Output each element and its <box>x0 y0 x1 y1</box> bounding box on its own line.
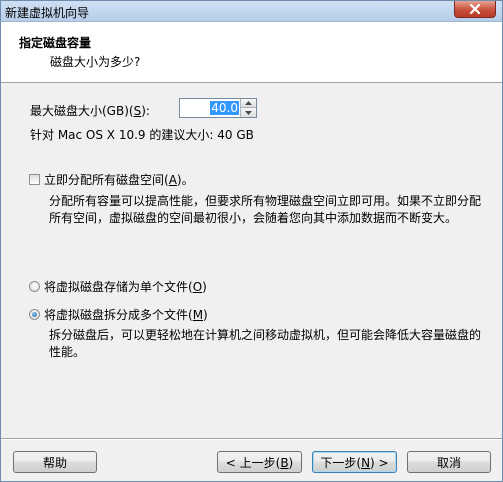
split-disk-description: 拆分磁盘后，可以更轻松地在计算机之间移动虚拟机，但可能会降低大容量磁盘的性能。 <box>49 328 482 359</box>
disk-size-spinner[interactable]: 40.0 <box>179 98 257 118</box>
spinner-down-button[interactable] <box>241 108 256 117</box>
arrow-down-icon <box>245 110 252 115</box>
footer-divider-highlight <box>1 439 502 440</box>
arrow-up-icon <box>245 101 252 105</box>
single-file-label: 将虚拟磁盘存储为单个文件(O) <box>44 280 207 294</box>
back-button[interactable]: < 上一步(B) <box>217 451 302 473</box>
disk-size-input[interactable]: 40.0 <box>182 101 240 115</box>
spinner-up-button[interactable] <box>241 99 256 108</box>
spinner-buttons <box>240 99 256 117</box>
disk-size-value: 40.0 <box>210 101 239 115</box>
recommended-size-text: 针对 Mac OS X 10.9 的建议大小: 40 GB <box>30 128 254 142</box>
wizard-header: 指定磁盘容量 磁盘大小为多少? <box>1 22 502 83</box>
next-button[interactable]: 下一步(N) > <box>312 451 397 473</box>
new-vm-wizard-window: 新建虚拟机向导 指定磁盘容量 磁盘大小为多少? 最大磁盘大小(GB)(S): 4… <box>0 0 503 482</box>
help-button-label: 帮助 <box>42 455 67 470</box>
single-file-option[interactable]: 将虚拟磁盘存储为单个文件(O) <box>29 278 207 295</box>
close-icon <box>469 4 481 14</box>
help-button[interactable]: 帮助 <box>13 451 97 473</box>
cancel-button-label: 取消 <box>436 455 461 470</box>
close-button[interactable] <box>454 1 496 18</box>
disk-size-label: 最大磁盘大小(GB)(S): <box>30 104 150 118</box>
allocate-now-label: 立即分配所有磁盘空间(A)。 <box>44 173 194 187</box>
page-title: 指定磁盘容量 <box>19 36 92 50</box>
multiple-files-radio[interactable] <box>29 309 40 320</box>
title-bar[interactable]: 新建虚拟机向导 <box>1 1 502 22</box>
allocate-now-checkbox-row[interactable]: 立即分配所有磁盘空间(A)。 <box>29 171 194 188</box>
page-subtitle: 磁盘大小为多少? <box>50 55 141 69</box>
window-title: 新建虚拟机向导 <box>5 6 90 20</box>
allocate-now-description: 分配所有容量可以提高性能，但要求所有物理磁盘空间立即可用。如果不立即分配所有空间… <box>49 194 482 225</box>
single-file-radio[interactable] <box>29 281 40 292</box>
back-button-label: < 上一步(B) <box>225 455 294 470</box>
allocate-now-checkbox[interactable] <box>29 174 40 185</box>
cancel-button[interactable]: 取消 <box>407 451 491 473</box>
multiple-files-option[interactable]: 将虚拟磁盘拆分成多个文件(M) <box>29 306 208 323</box>
next-button-label: 下一步(N) > <box>320 455 389 470</box>
multiple-files-label: 将虚拟磁盘拆分成多个文件(M) <box>44 308 208 322</box>
